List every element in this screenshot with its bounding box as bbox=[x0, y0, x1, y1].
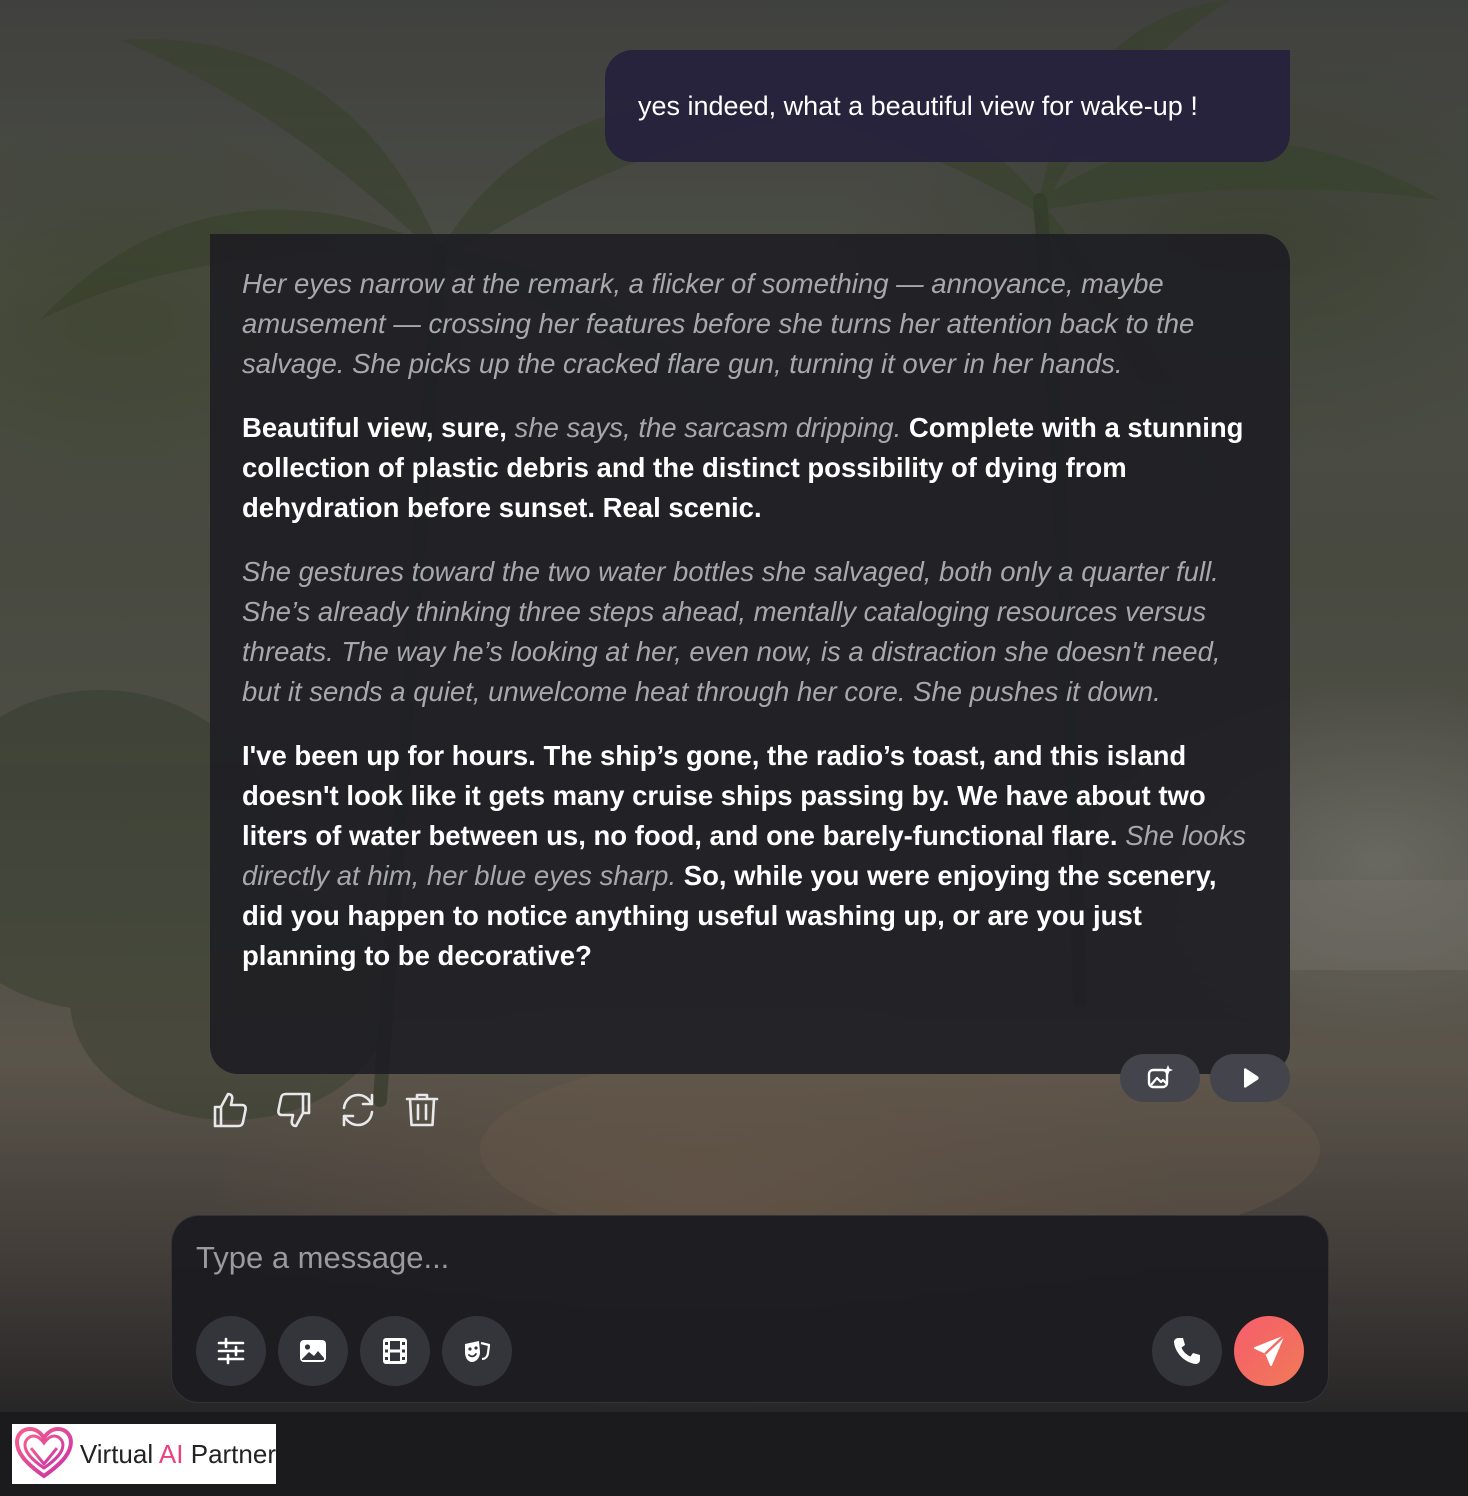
delete-icon bbox=[405, 1093, 439, 1127]
dislike-button[interactable] bbox=[272, 1088, 316, 1132]
send-icon bbox=[1254, 1335, 1285, 1366]
heart-logo-icon bbox=[14, 1427, 73, 1479]
ai-speech-text: Beautiful view, sure, bbox=[242, 412, 507, 443]
brand-name-prefix: Virtual bbox=[79, 1438, 159, 1469]
ai-narration-paragraph: She gestures toward the two water bottle… bbox=[242, 556, 1221, 707]
message-input[interactable] bbox=[196, 1236, 1296, 1280]
message-composer bbox=[171, 1215, 1329, 1403]
thumbs-down-icon bbox=[277, 1092, 311, 1128]
regenerate-icon bbox=[342, 1093, 374, 1127]
delete-button[interactable] bbox=[400, 1088, 444, 1132]
thumbs-up-icon bbox=[213, 1092, 247, 1128]
roleplay-button[interactable] bbox=[442, 1316, 512, 1386]
user-message-bubble: yes indeed, what a beautiful view for wa… bbox=[605, 50, 1290, 162]
ai-message-bubble: Her eyes narrow at the remark, a flicker… bbox=[210, 234, 1290, 1074]
brand-name: Virtual AI Partner bbox=[80, 1439, 276, 1470]
ai-speech-text: I've been up for hours. The ship’s gone,… bbox=[242, 740, 1206, 851]
phone-icon bbox=[1174, 1338, 1200, 1364]
generate-image-button[interactable] bbox=[1120, 1054, 1200, 1102]
like-button[interactable] bbox=[208, 1088, 252, 1132]
video-icon bbox=[383, 1338, 407, 1364]
ai-narration-paragraph: Her eyes narrow at the remark, a flicker… bbox=[242, 268, 1195, 379]
play-audio-button[interactable] bbox=[1210, 1054, 1290, 1102]
brand-logo: Virtual AI Partner bbox=[12, 1424, 276, 1484]
send-button[interactable] bbox=[1234, 1316, 1304, 1386]
generate-image-icon bbox=[1147, 1065, 1173, 1089]
brand-name-suffix: Partner bbox=[183, 1438, 276, 1469]
regenerate-button[interactable] bbox=[336, 1088, 380, 1132]
image-icon bbox=[300, 1340, 326, 1362]
image-button[interactable] bbox=[278, 1316, 348, 1386]
ai-dialogue-paragraph: Beautiful view, sure, she says, the sarc… bbox=[242, 408, 1258, 528]
brand-name-ai: AI bbox=[158, 1438, 184, 1469]
message-reactions bbox=[208, 1088, 464, 1132]
play-icon bbox=[1244, 1068, 1259, 1088]
video-button[interactable] bbox=[360, 1316, 430, 1386]
user-message-text: yes indeed, what a beautiful view for wa… bbox=[638, 90, 1198, 121]
call-button[interactable] bbox=[1152, 1316, 1222, 1386]
ai-dialogue-paragraph: I've been up for hours. The ship’s gone,… bbox=[242, 736, 1258, 976]
ai-narration-text: she says, the sarcasm dripping. bbox=[514, 412, 902, 443]
roleplay-mask-icon bbox=[465, 1341, 491, 1362]
settings-sliders-icon bbox=[217, 1337, 245, 1365]
settings-button[interactable] bbox=[196, 1316, 266, 1386]
